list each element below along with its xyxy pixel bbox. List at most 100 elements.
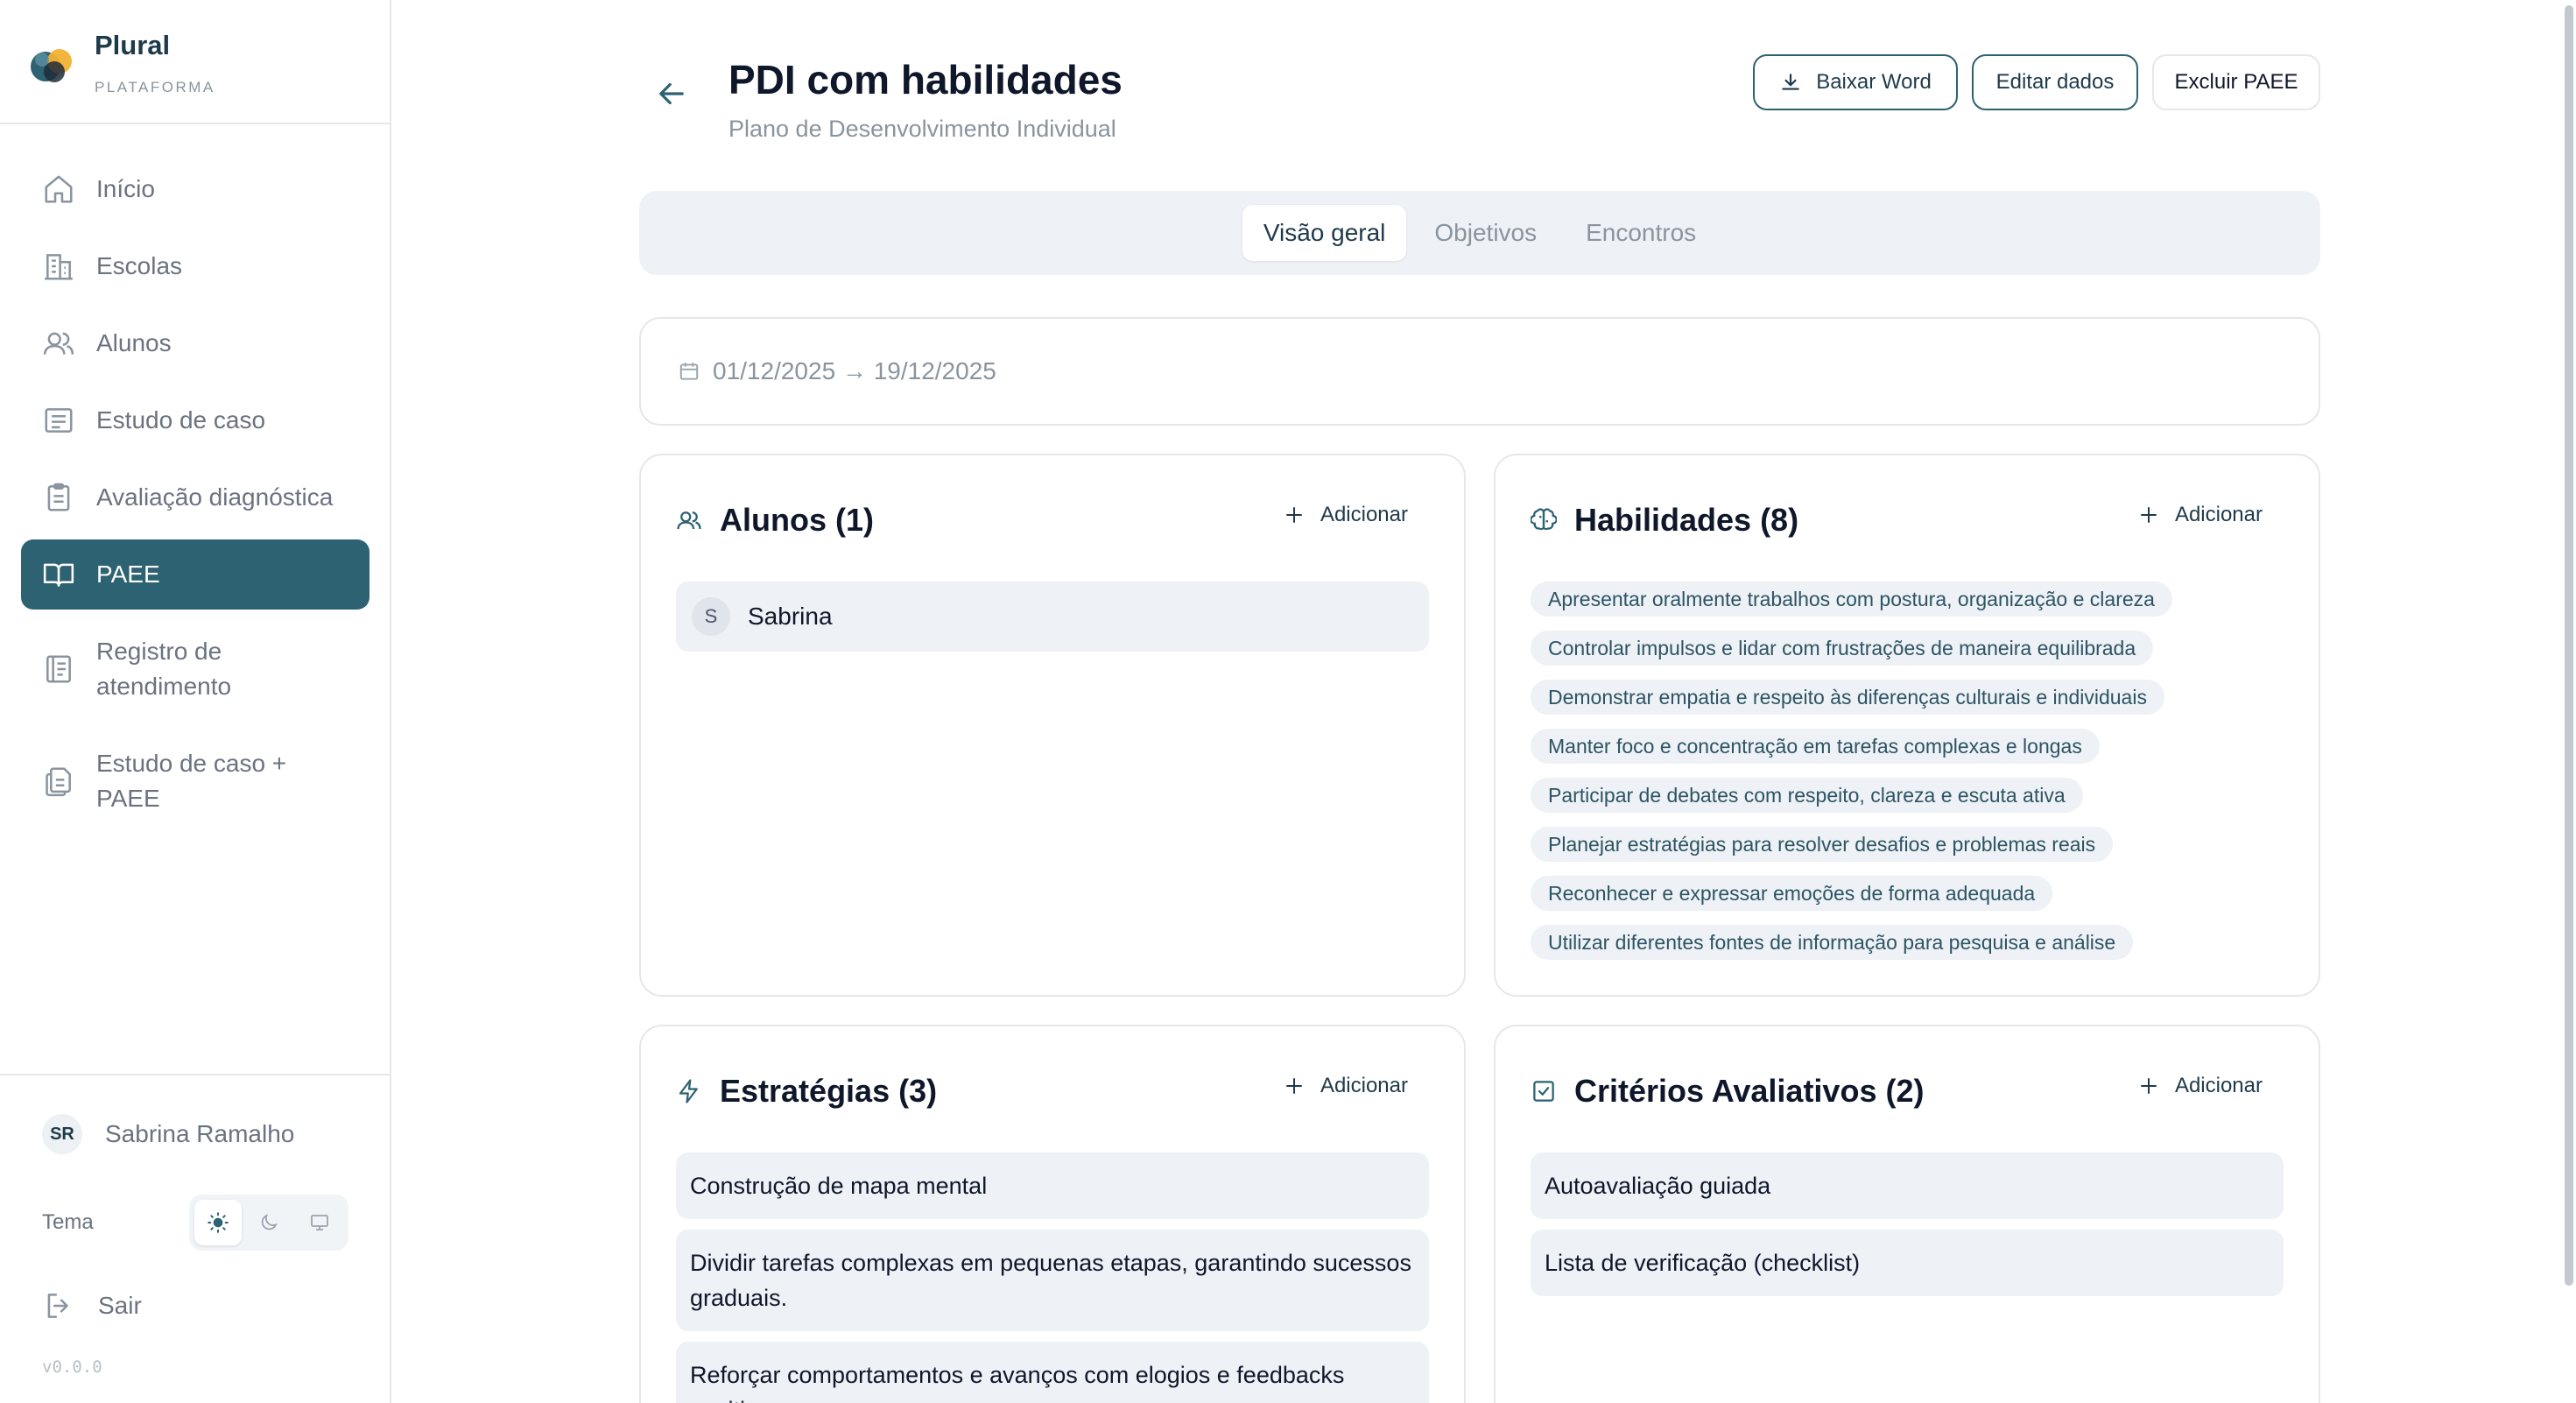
sidebar-item-label: Escolas <box>96 252 183 279</box>
sidebar-nav: Início Escolas Alunos Estudo de caso Ava… <box>21 154 370 841</box>
tab-encontros[interactable]: Encontros <box>1565 205 1717 261</box>
sidebar-item-label: Avaliação diagnóstica <box>96 483 334 511</box>
add-strategy-button[interactable]: Adicionar <box>1284 1074 1408 1098</box>
divider <box>0 123 390 124</box>
avatar: S <box>692 597 730 636</box>
theme-light-button[interactable] <box>194 1200 242 1245</box>
list-item[interactable]: Autoavaliação guiada <box>1531 1153 2284 1219</box>
lightning-icon <box>679 1079 698 1103</box>
skill-chip: Planejar estratégias para resolver desaf… <box>1531 827 2114 862</box>
delete-paee-button[interactable]: Excluir PAEE <box>2152 54 2320 110</box>
card-title: Alunos (1) <box>720 502 874 538</box>
sidebar-item-registro-de-atendimento[interactable]: Registro de atendimento <box>21 617 370 722</box>
arrow-left-icon <box>659 82 684 105</box>
add-student-button[interactable]: Adicionar <box>1284 503 1408 527</box>
sidebar-item-label: Estudo de caso <box>96 406 266 434</box>
sidebar-item-inicio[interactable]: Início <box>21 154 370 224</box>
back-button[interactable] <box>653 75 690 112</box>
notebook-icon <box>46 655 71 683</box>
sun-icon <box>208 1212 229 1233</box>
criteria-list: Autoavaliação guiada Lista de verificaçã… <box>1531 1153 2284 1307</box>
period-card: 01/12/2025 → 19/12/2025 <box>639 317 2320 426</box>
theme-toggle-group <box>189 1195 348 1251</box>
brand[interactable]: Plural PLATAFORMA <box>26 30 215 96</box>
calendar-icon <box>679 363 699 380</box>
book-open-icon <box>43 563 74 587</box>
plus-icon <box>2140 1078 2157 1094</box>
sidebar-item-escolas[interactable]: Escolas <box>21 231 370 301</box>
add-skill-button[interactable]: Adicionar <box>2138 503 2263 527</box>
plus-icon <box>1285 507 1302 523</box>
tab-objetivos[interactable]: Objetivos <box>1413 205 1558 261</box>
strategies-list: Construção de mapa mental Dividir tarefa… <box>676 1153 1429 1403</box>
add-criterion-button[interactable]: Adicionar <box>2138 1074 2263 1098</box>
sidebar-item-estudo-de-caso-paee[interactable]: Estudo de caso + PAEE <box>21 729 370 834</box>
files-icon <box>46 767 71 797</box>
monitor-icon <box>311 1215 328 1230</box>
home-icon <box>45 175 73 203</box>
brand-name: Plural <box>95 30 171 60</box>
sidebar-item-paee[interactable]: PAEE <box>21 539 370 610</box>
skill-chip: Demonstrar empatia e respeito às diferen… <box>1531 680 2164 715</box>
page-subtitle: Plano de Desenvolvimento Individual <box>728 116 1116 142</box>
logout-label: Sair <box>98 1292 142 1319</box>
theme-selector: Tema <box>42 1195 348 1251</box>
card-title: Estratégias (3) <box>720 1073 938 1109</box>
theme-system-button[interactable] <box>296 1200 343 1245</box>
skill-chip: Reconhecer e expressar emoções de forma … <box>1531 876 2053 911</box>
list-item[interactable]: Dividir tarefas complexas em pequenas et… <box>676 1230 1429 1331</box>
students-card: Alunos (1) Adicionar S Sabrina <box>639 454 1466 997</box>
user-profile[interactable]: SR Sabrina Ramalho <box>42 1114 294 1154</box>
edit-data-button[interactable]: Editar dados <box>1972 54 2138 110</box>
main-content: PDI com habilidades Plano de Desenvolvim… <box>392 0 2555 1403</box>
moon-icon <box>261 1214 278 1230</box>
download-word-button[interactable]: Baixar Word <box>1753 54 1958 110</box>
skill-chip: Controlar impulsos e lidar com frustraçõ… <box>1531 631 2154 666</box>
tabs: Visão geral Objetivos Encontros <box>639 191 2320 275</box>
plus-icon <box>2140 507 2157 523</box>
skills-list: Apresentar oralmente trabalhos com postu… <box>1531 582 2284 974</box>
page-title: PDI com habilidades <box>728 57 1123 102</box>
logout-button[interactable]: Sair <box>42 1289 142 1322</box>
building-icon <box>45 254 73 280</box>
sidebar-item-estudo-de-caso[interactable]: Estudo de caso <box>21 385 370 455</box>
sidebar-item-label: Estudo de caso + PAEE <box>96 750 287 812</box>
sidebar: Plural PLATAFORMA Início Escolas Alunos … <box>0 0 391 1403</box>
add-label: Adicionar <box>2174 503 2263 526</box>
theme-label: Tema <box>42 1210 94 1234</box>
logout-icon <box>47 1294 68 1318</box>
brain-icon <box>1531 508 1557 531</box>
brand-subtitle: PLATAFORMA <box>95 79 215 95</box>
app-version: v0.0.0 <box>42 1357 102 1377</box>
period-range: 01/12/2025 → 19/12/2025 <box>713 357 996 384</box>
user-name: Sabrina Ramalho <box>105 1120 295 1147</box>
theme-dark-button[interactable] <box>245 1200 292 1245</box>
tab-visao-geral[interactable]: Visão geral <box>1242 205 1407 261</box>
list-item[interactable]: Lista de verificação (checklist) <box>1531 1230 2284 1296</box>
criteria-card: Critérios Avaliativos (2) Adicionar Auto… <box>1494 1025 2320 1403</box>
plus-icon <box>1285 1078 1302 1094</box>
list-item[interactable]: Reforçar comportamentos e avanços com el… <box>676 1342 1429 1403</box>
student-name: Sabrina <box>748 603 833 630</box>
card-title: Habilidades (8) <box>1574 502 1799 538</box>
list-item[interactable]: S Sabrina <box>676 582 1429 652</box>
sidebar-item-label: Início <box>96 175 155 202</box>
avatar: SR <box>42 1114 82 1154</box>
sidebar-item-avaliacao-diagnostica[interactable]: Avaliação diagnóstica <box>21 462 370 532</box>
skill-chip: Apresentar oralmente trabalhos com postu… <box>1531 582 2172 617</box>
clipboard-icon <box>47 483 70 511</box>
skills-card: Habilidades (8) Adicionar Apresentar ora… <box>1494 454 2320 997</box>
add-label: Adicionar <box>2174 1074 2263 1097</box>
list-item[interactable]: Construção de mapa mental <box>676 1153 1429 1219</box>
skill-chip: Utilizar diferentes fontes de informação… <box>1531 925 2134 960</box>
scrollbar-thumb[interactable] <box>2565 5 2573 1286</box>
divider <box>0 1074 390 1075</box>
add-label: Adicionar <box>1320 1074 1408 1097</box>
sidebar-item-label: Alunos <box>96 329 172 356</box>
checkbox-icon <box>1533 1081 1554 1102</box>
skill-chip: Participar de debates com respeito, clar… <box>1531 778 2083 813</box>
users-icon <box>43 332 74 355</box>
strategies-card: Estratégias (3) Adicionar Construção de … <box>639 1025 1466 1403</box>
skill-chip: Manter foco e concentração em tarefas co… <box>1531 729 2100 764</box>
sidebar-item-alunos[interactable]: Alunos <box>21 308 370 378</box>
